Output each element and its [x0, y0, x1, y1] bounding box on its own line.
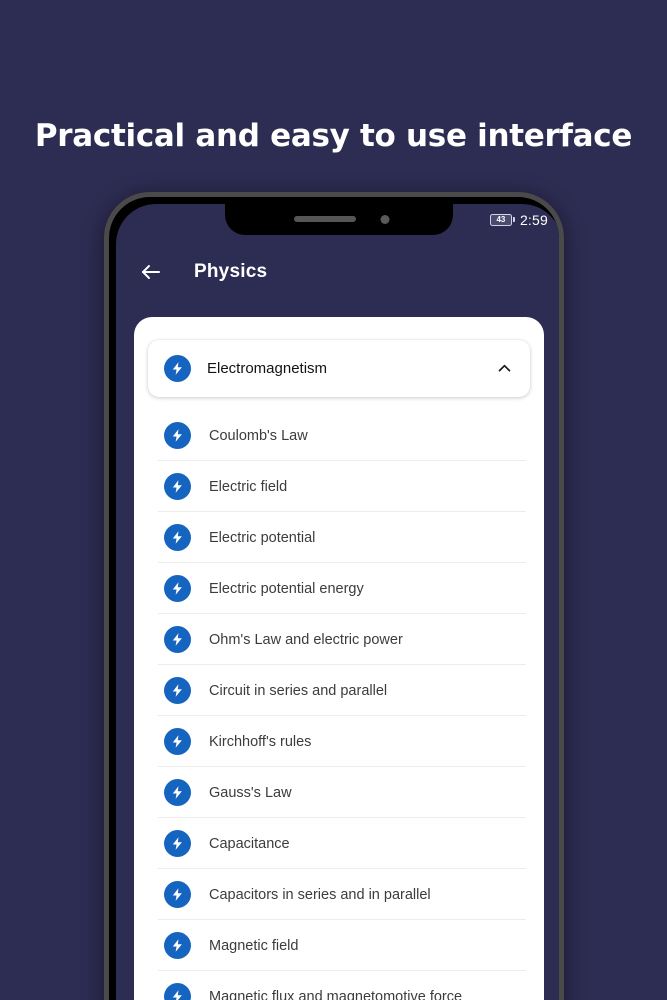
list-item[interactable]: Electric potential energy — [134, 563, 544, 614]
lightning-bolt-icon — [164, 575, 191, 602]
battery-level-label: 43 — [489, 213, 512, 226]
list-item[interactable]: Magnetic flux and magnetomotive force — [134, 971, 544, 1000]
list-item-label: Electric potential energy — [209, 580, 364, 597]
list-item[interactable]: Electric potential — [134, 512, 544, 563]
page-title: Physics — [194, 261, 268, 282]
volume-down-button[interactable] — [105, 377, 109, 439]
phone-mockup: 43 2:59 Physics Electromagnetism Coulomb… — [104, 192, 564, 1000]
list-item-label: Capacitance — [209, 835, 290, 852]
list-item-label: Kirchhoff's rules — [209, 733, 312, 750]
lightning-bolt-icon — [164, 355, 191, 382]
lightning-bolt-icon — [164, 677, 191, 704]
status-bar-clock: 2:59 — [519, 211, 548, 228]
list-item[interactable]: Magnetic field — [134, 920, 544, 971]
promo-headline: Practical and easy to use interface — [34, 118, 633, 154]
list-item-label: Electric field — [209, 478, 288, 495]
list-item[interactable]: Gauss's Law — [134, 767, 544, 818]
lightning-bolt-icon — [164, 524, 191, 551]
lightning-bolt-icon — [164, 422, 191, 449]
lightning-bolt-icon — [164, 473, 191, 500]
list-item[interactable]: Ohm's Law and electric power — [134, 614, 544, 665]
list-item-label: Magnetic flux and magnetomotive force — [209, 988, 463, 1000]
list-item-label: Electric potential — [209, 529, 316, 546]
list-item-label: Ohm's Law and electric power — [209, 631, 403, 648]
lightning-bolt-icon — [164, 728, 191, 755]
list-item-label: Circuit in series and parallel — [209, 682, 388, 699]
app-bar: Physics — [116, 235, 559, 309]
chevron-up-icon[interactable] — [494, 359, 514, 379]
list-item[interactable]: Circuit in series and parallel — [134, 665, 544, 716]
expansion-panel-header[interactable]: Electromagnetism — [148, 340, 530, 397]
list-item[interactable]: Electric field — [134, 461, 544, 512]
promo-stage: Practical and easy to use interface 43 2… — [0, 0, 667, 1000]
content-sheet: Electromagnetism Coulomb's Law Electric f… — [134, 317, 544, 1000]
phone-screen: 43 2:59 Physics Electromagnetism Coulomb… — [116, 204, 559, 1000]
topic-list: Coulomb's Law Electric field Electric pote… — [134, 410, 544, 1000]
list-item-label: Capacitors in series and in parallel — [209, 886, 431, 903]
list-item[interactable]: Capacitance — [134, 818, 544, 869]
list-item[interactable]: Capacitors in series and in parallel — [134, 869, 544, 920]
list-item-label: Magnetic field — [209, 937, 299, 954]
phone-notch — [225, 204, 453, 235]
lightning-bolt-icon — [164, 626, 191, 653]
list-item-label: Coulomb's Law — [209, 427, 308, 444]
front-camera-icon — [380, 215, 390, 224]
arrow-left-icon[interactable] — [138, 259, 164, 285]
battery-cap-icon — [512, 217, 515, 222]
lightning-bolt-icon — [164, 932, 191, 959]
lightning-bolt-icon — [164, 881, 191, 908]
battery-icon: 43 — [489, 213, 515, 226]
volume-up-button[interactable] — [105, 315, 109, 361]
list-item[interactable]: Kirchhoff's rules — [134, 716, 544, 767]
list-item[interactable]: Coulomb's Law — [134, 410, 544, 461]
lightning-bolt-icon — [164, 779, 191, 806]
list-item-label: Gauss's Law — [209, 784, 292, 801]
earpiece-speaker-icon — [294, 216, 356, 222]
power-button[interactable] — [559, 407, 563, 517]
lightning-bolt-icon — [164, 830, 191, 857]
lightning-bolt-icon — [164, 983, 191, 1000]
status-bar: 43 2:59 — [489, 204, 559, 235]
expansion-panel-title: Electromagnetism — [207, 360, 328, 377]
